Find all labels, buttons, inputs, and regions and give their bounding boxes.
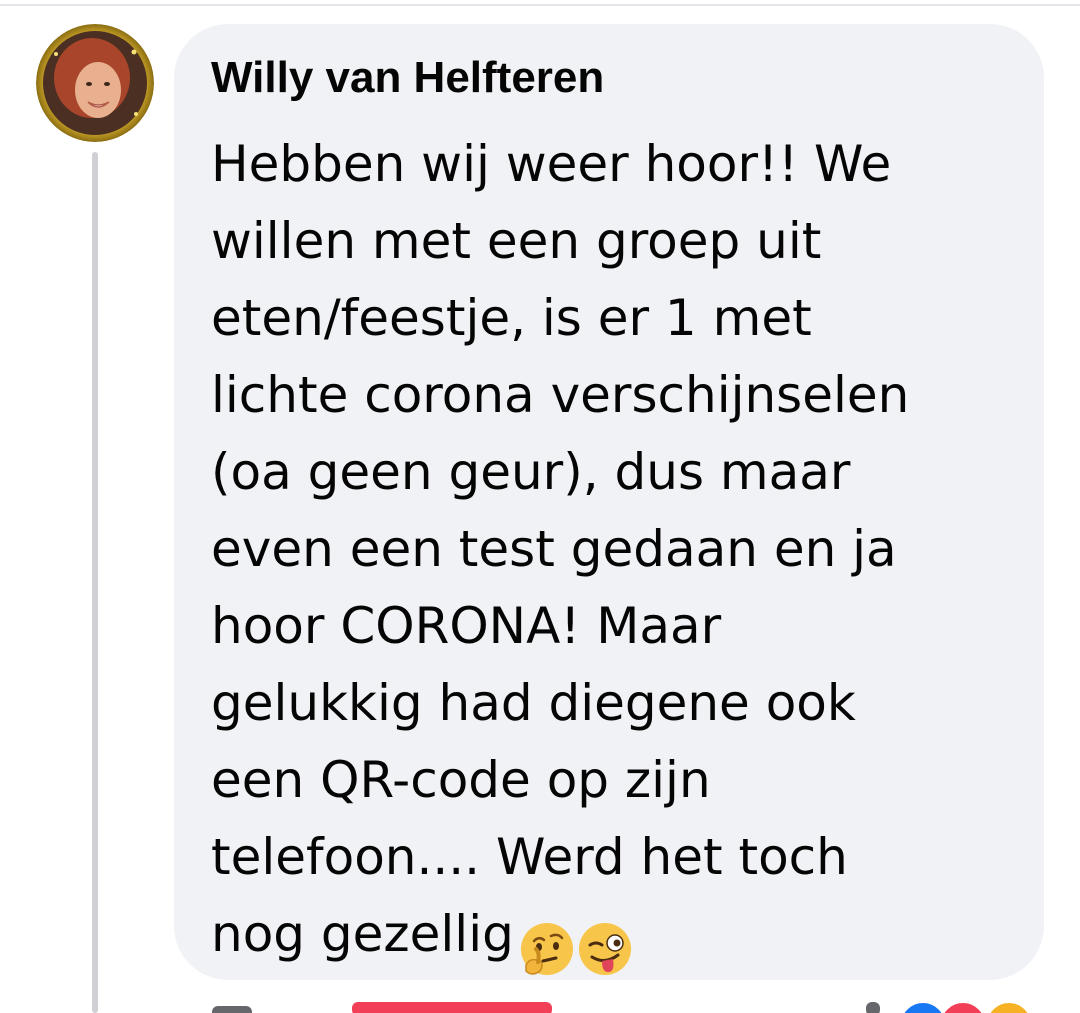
- like-reaction-icon: [898, 1000, 948, 1013]
- reaction-label-fragment[interactable]: [352, 1002, 552, 1013]
- emoji-group: [518, 908, 634, 985]
- comment-author[interactable]: Willy van Helfteren: [211, 50, 1010, 106]
- comment-line: (oa geen geur), dus maar: [211, 443, 851, 501]
- winking-face-with-tongue-emoji: [578, 922, 631, 975]
- reaction-icons[interactable]: [898, 996, 1048, 1013]
- haha-reaction-icon: [984, 1000, 1034, 1013]
- comment-line-text: nog gezellig: [211, 905, 514, 963]
- comment-line: even een test gedaan en ja: [211, 520, 897, 578]
- comment-line: Hebben wij weer hoor!! We: [211, 135, 892, 193]
- comment-screen: Willy van Helfteren Hebben wij weer hoor…: [0, 0, 1080, 1013]
- comment-line: willen met een groep uit: [211, 212, 822, 270]
- avatar-photo: [36, 24, 154, 142]
- comment-line: telefoon.... Werd het toch: [211, 828, 848, 886]
- comment-line: eten/feestje, is er 1 met: [211, 289, 812, 347]
- action-text-fragment: [212, 1006, 252, 1013]
- comment-line: een QR-code op zijn: [211, 751, 711, 809]
- comment-bubble: Willy van Helfteren Hebben wij weer hoor…: [174, 24, 1044, 980]
- thread-line: [92, 152, 98, 1013]
- love-reaction-icon: [938, 1000, 988, 1013]
- avatar[interactable]: [36, 24, 154, 142]
- reaction-count-fragment: [866, 1002, 880, 1013]
- comment-line: gelukkig had diegene ook: [211, 674, 856, 732]
- comment-line-last: nog gezellig: [211, 896, 1010, 975]
- comment-line: lichte corona verschijnselen: [211, 366, 910, 424]
- divider: [0, 4, 1080, 6]
- comment-actions-row: [0, 996, 1080, 1013]
- comment-line: hoor CORONA! Maar: [211, 597, 722, 655]
- thinking-face-emoji: [520, 922, 573, 975]
- comment-text: Hebben wij weer hoor!! We willen met een…: [211, 126, 1010, 975]
